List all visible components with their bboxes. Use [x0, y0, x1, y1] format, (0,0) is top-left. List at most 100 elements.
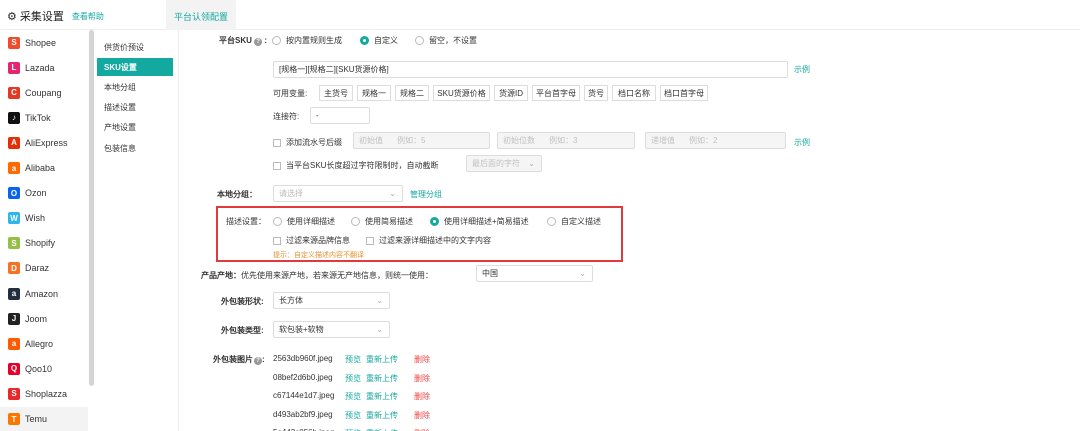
connector-input[interactable]: - [310, 107, 370, 124]
sidebar-item-shopee[interactable]: S Shopee [0, 30, 88, 55]
sidebar-item-temu[interactable]: T Temu [0, 406, 88, 431]
manage-group-link[interactable]: 管理分组 [410, 189, 442, 200]
desc-radio-detail[interactable]: 使用详细描述 [273, 216, 335, 227]
group-select[interactable]: 请选择 ⌄ [273, 185, 403, 202]
help-icon: ? [254, 357, 262, 365]
platform-sidebar: S Shopee L Lazada C Coupang ♪ TikTok A AliExpress… [0, 30, 89, 431]
filter-text-checkbox[interactable]: 过滤来源详细描述中的文字内容 [366, 235, 491, 246]
sku-example-link[interactable]: 示例 [794, 64, 810, 75]
sidebar-scrollbar[interactable] [89, 30, 94, 386]
sidebar-item-shoplazza[interactable]: S Shoplazza [0, 381, 88, 406]
sidebar-item-label: Ozon [25, 188, 47, 199]
preview-link[interactable]: 预览 [345, 410, 361, 421]
sidebar-item-tiktok[interactable]: ♪ TikTok [0, 105, 88, 130]
pack-type-select[interactable]: 软包装+软物 ⌄ [273, 321, 390, 338]
variable-chip[interactable]: 平台首字母 [532, 85, 580, 101]
variable-chip[interactable]: 主货号 [319, 85, 353, 101]
sidebar-item-joom[interactable]: J Joom [0, 306, 88, 331]
desc-hint: 提示：自定义描述内容不翻译 [273, 252, 364, 259]
origin-select[interactable]: 中国 ⌄ [476, 265, 593, 282]
truncate-select[interactable]: 最后面的字符 ⌄ [466, 155, 542, 172]
serial-checkbox[interactable]: 添加流水号后缀 [273, 137, 342, 148]
sidebar-item-aliexpress[interactable]: A AliExpress [0, 130, 88, 155]
sidebar-item-shopify[interactable]: S Shopify [0, 231, 88, 256]
desc-radio-custom[interactable]: 自定义描述 [547, 216, 601, 227]
preview-link[interactable]: 预览 [345, 354, 361, 365]
preview-link[interactable]: 预览 [345, 373, 361, 384]
serial-digits-label: 初始位数 [503, 136, 535, 145]
lazada-logo-icon: L [8, 61, 20, 74]
subnav-item[interactable]: SKU设置 [97, 58, 173, 77]
variable-chip[interactable]: 规格一 [357, 85, 391, 101]
subnav-item[interactable]: 描述设置 [97, 99, 173, 117]
reupload-link[interactable]: 重新上传 [366, 391, 398, 402]
pack-type-value: 软包装+软物 [279, 325, 324, 334]
image-file-name: d493ab2bf9.jpeg [273, 409, 333, 419]
sidebar-item-daraz[interactable]: D Daraz [0, 256, 88, 281]
chevron-down-icon: ⌄ [376, 296, 383, 305]
sidebar-item-qoo10[interactable]: Q Qoo10 [0, 356, 88, 381]
truncate-checkbox[interactable]: 当平台SKU长度超过字符限制时，自动截断 [273, 160, 438, 171]
sidebar-item-amazon[interactable]: a Amazon [0, 281, 88, 306]
sidebar-item-label: Shopee [25, 37, 57, 48]
sidebar-item-label: Lazada [25, 62, 55, 73]
reupload-link[interactable]: 重新上传 [366, 410, 398, 421]
subnav-item[interactable]: 产地设置 [97, 119, 173, 137]
amazon-logo-icon: a [8, 287, 20, 300]
delete-link[interactable]: 删除 [414, 391, 430, 402]
sidebar-item-coupang[interactable]: C Coupang [0, 80, 88, 105]
sidebar-item-label: TikTok [25, 112, 51, 123]
desc-label: 描述设置： [226, 217, 266, 226]
header: ⚙ 采集设置 查看帮助 平台认领配置 [0, 0, 1080, 30]
sku-radio-empty[interactable]: 留空，不设置 [415, 35, 477, 46]
sku-radio-custom[interactable]: 自定义 [360, 35, 398, 46]
sidebar-item-allegro[interactable]: a Allegro [0, 331, 88, 356]
reupload-link[interactable]: 重新上传 [366, 354, 398, 365]
ozon-logo-icon: O [8, 187, 20, 200]
tab-platform-config[interactable]: 平台认领配置 [166, 0, 236, 30]
preview-link[interactable]: 预览 [345, 391, 361, 402]
sidebar-item-ozon[interactable]: O Ozon [0, 181, 88, 206]
brand: ⚙ 采集设置 查看帮助 [7, 8, 104, 24]
delete-link[interactable]: 删除 [414, 354, 430, 365]
serial-start-label: 初始值 [359, 136, 383, 145]
desc-radio-both[interactable]: 使用详细描述+简易描述 [430, 216, 529, 227]
origin-label: 产品产地：优先使用来源产地，若来源无产地信息，则统一使用： [201, 271, 433, 280]
pack-shape-select[interactable]: 长方体 ⌄ [273, 292, 390, 309]
sidebar-item-label: Alibaba [25, 163, 56, 173]
tiktok-logo-icon: ♪ [8, 111, 20, 124]
filter-brand-checkbox[interactable]: 过滤来源品牌信息 [273, 235, 350, 246]
sidebar-item-alibaba[interactable]: a Alibaba [0, 156, 88, 181]
serial-step-input[interactable]: 递增值 例如：2 [645, 132, 786, 149]
variable-chip[interactable]: 规格二 [395, 85, 429, 101]
page-title: 采集设置 [19, 11, 64, 23]
desc-radio-simple[interactable]: 使用简易描述 [351, 216, 413, 227]
delete-link[interactable]: 删除 [414, 373, 430, 384]
shopee-logo-icon: S [8, 36, 20, 49]
joom-logo-icon: J [8, 312, 20, 325]
subnav-item[interactable]: 本地分组 [97, 78, 173, 96]
serial-start-placeholder: 例如：5 [397, 136, 426, 145]
serial-example-link[interactable]: 示例 [794, 137, 810, 148]
reupload-link[interactable]: 重新上传 [366, 373, 398, 384]
delete-link[interactable]: 删除 [414, 410, 430, 421]
help-link[interactable]: 查看帮助 [72, 11, 104, 22]
variable-chip[interactable]: 档口名称 [612, 85, 656, 101]
allegro-logo-icon: a [8, 337, 20, 350]
variable-chip[interactable]: 档口首字母 [660, 85, 708, 101]
sidebar-item-label: Shopify [25, 238, 56, 249]
variable-chip[interactable]: SKU货源价格 [433, 85, 490, 101]
sidebar-item-lazada[interactable]: L Lazada [0, 55, 88, 80]
subnav-item[interactable]: 供货价预设 [97, 38, 173, 56]
group-label: 本地分组： [217, 190, 257, 199]
sidebar-item-wish[interactable]: W Wish [0, 206, 88, 231]
settings-content: 平台SKU ? : 按内置规则生成 自定义 留空，不设置 [规格一][规格二][… [179, 30, 1080, 431]
variable-chip[interactable]: 货源ID [494, 85, 528, 101]
sidebar-item-label: Coupang [25, 87, 62, 98]
variable-chip[interactable]: 货号 [584, 85, 608, 101]
serial-start-input[interactable]: 初始值 例如：5 [353, 132, 490, 149]
subnav-item[interactable]: 包装信息 [97, 139, 173, 157]
sku-radio-builtin[interactable]: 按内置规则生成 [272, 35, 342, 46]
sku-template-input[interactable]: [规格一][规格二][SKU货源价格] [273, 61, 788, 78]
serial-digits-input[interactable]: 初始位数 例如：3 [497, 132, 635, 149]
